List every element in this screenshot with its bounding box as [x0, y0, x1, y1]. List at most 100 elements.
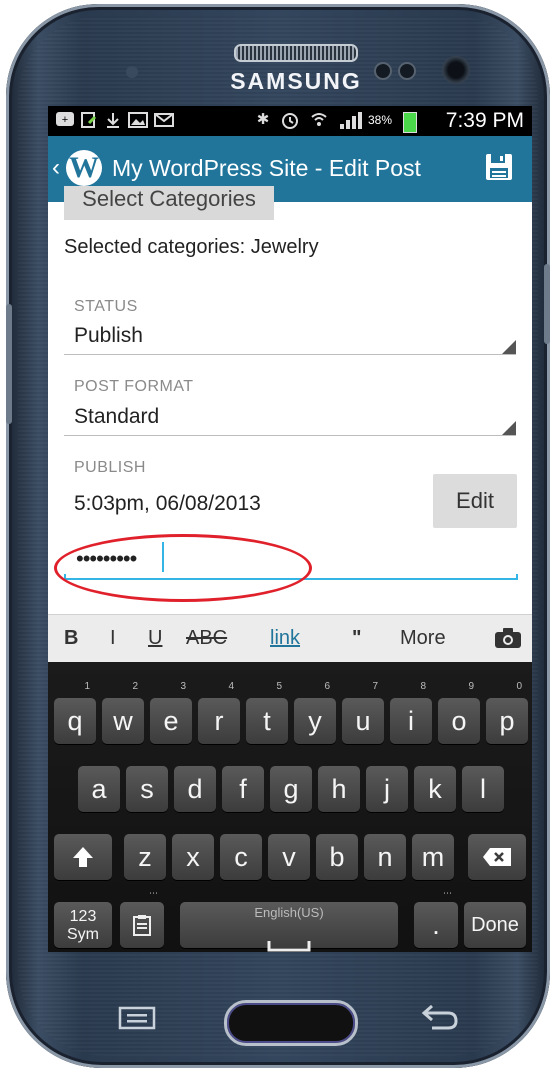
hardware-buttons — [0, 952, 556, 1072]
battery-icon — [403, 112, 417, 133]
italic-button[interactable]: I — [110, 627, 116, 650]
space-key-language: English(US) — [254, 905, 324, 920]
underline-button[interactable]: U — [148, 627, 162, 650]
key-n[interactable]: n — [364, 834, 406, 880]
key-t-number-hint: 5 — [276, 681, 282, 692]
key-t-label: t — [263, 706, 271, 736]
blockquote-button[interactable]: " — [352, 627, 361, 650]
key-z[interactable]: z — [124, 834, 166, 880]
post-format-label: POST FORMAT — [74, 378, 194, 395]
key-j[interactable]: j — [366, 766, 408, 812]
volume-button — [6, 304, 12, 424]
camera-icon[interactable] — [494, 627, 522, 649]
key-t[interactable]: t5 — [246, 682, 288, 744]
key-q-number-hint: 1 — [84, 681, 90, 692]
key-a-label: a — [91, 774, 107, 804]
key-b-label: b — [329, 842, 345, 872]
brand-logo: SAMSUNG — [230, 68, 362, 94]
post-format-dropdown-icon[interactable] — [502, 421, 516, 435]
done-key[interactable]: Done — [464, 902, 526, 948]
clipboard-key-hint: ⋯ — [149, 888, 158, 898]
key-x-label: x — [186, 842, 200, 872]
clipboard-key[interactable]: ⋯ — [120, 888, 164, 948]
key-i-number-hint: 8 — [420, 681, 426, 692]
back-key-icon[interactable] — [420, 1002, 460, 1032]
battery-percent: 38% — [368, 113, 393, 127]
gallery-icon — [128, 111, 148, 129]
wifi-icon — [310, 111, 328, 129]
bluetooth-icon: ✱ — [256, 111, 270, 128]
wordpress-logo-icon[interactable]: W — [66, 150, 102, 186]
save-icon[interactable] — [484, 152, 514, 182]
space-key[interactable]: English(US) — [180, 902, 398, 952]
key-l[interactable]: l — [462, 766, 504, 812]
key-y[interactable]: y6 — [294, 682, 336, 744]
notification-led — [126, 66, 138, 78]
period-key[interactable]: ⋯ . — [414, 888, 458, 948]
key-k-label: k — [428, 774, 442, 804]
soft-keyboard: 123 Sym ⋯ English(US) ⋯ . Done q1w2e3r4t… — [48, 662, 532, 952]
strikethrough-button[interactable]: ABC — [186, 627, 227, 650]
key-g-label: g — [283, 774, 299, 804]
key-s[interactable]: s — [126, 766, 168, 812]
symbols-key[interactable]: 123 Sym — [54, 902, 112, 948]
proximity-sensor — [374, 62, 392, 80]
post-format-spinner[interactable]: Standard — [74, 405, 159, 429]
key-k[interactable]: k — [414, 766, 456, 812]
publish-date: 5:03pm, 06/08/2013 — [74, 492, 261, 515]
backspace-key[interactable] — [468, 834, 526, 880]
key-h-label: h — [331, 774, 347, 804]
key-m[interactable]: m — [412, 834, 454, 880]
key-p-label: p — [499, 706, 515, 736]
upload-icon — [80, 111, 98, 129]
key-v-label: v — [282, 842, 296, 872]
status-bar: + ✱ 38% 7:39 PM — [48, 106, 532, 136]
key-d[interactable]: d — [174, 766, 216, 812]
back-chevron-icon[interactable]: ‹ — [52, 154, 60, 182]
shift-key[interactable] — [54, 834, 112, 880]
download-icon — [104, 111, 122, 129]
page-title: My WordPress Site - Edit Post — [112, 155, 421, 181]
key-q[interactable]: q1 — [54, 682, 96, 744]
key-e[interactable]: e3 — [150, 682, 192, 744]
key-x[interactable]: x — [172, 834, 214, 880]
screen: + ✱ 38% 7:39 PM ‹ W My WordPress Site - … — [48, 106, 532, 952]
link-button[interactable]: link — [270, 627, 300, 650]
status-spinner[interactable]: Publish — [74, 324, 143, 348]
signal-icon — [338, 111, 364, 129]
key-e-label: e — [163, 706, 179, 736]
symbols-key-label-bottom: Sym — [67, 926, 99, 943]
key-u-label: u — [355, 706, 371, 736]
key-m-label: m — [421, 842, 445, 872]
bold-button[interactable]: B — [64, 627, 78, 650]
select-categories-button[interactable]: Select Categories — [64, 186, 274, 220]
key-u[interactable]: u7 — [342, 682, 384, 744]
format-toolbar: B I U ABC link " More — [48, 614, 532, 663]
key-f[interactable]: f — [222, 766, 264, 812]
key-b[interactable]: b — [316, 834, 358, 880]
key-v[interactable]: v — [268, 834, 310, 880]
email-icon — [154, 111, 174, 129]
symbols-key-label-top: 123 — [69, 908, 97, 925]
key-p[interactable]: p0 — [486, 682, 528, 744]
status-dropdown-icon[interactable] — [502, 340, 516, 354]
edit-publish-button[interactable]: Edit — [433, 474, 517, 528]
key-c-label: c — [234, 842, 248, 872]
key-e-number-hint: 3 — [180, 681, 186, 692]
more-button[interactable]: More — [400, 627, 446, 650]
key-h[interactable]: h — [318, 766, 360, 812]
key-f-label: f — [239, 774, 247, 804]
key-a[interactable]: a — [78, 766, 120, 812]
key-z-label: z — [138, 842, 152, 872]
key-c[interactable]: c — [220, 834, 262, 880]
key-w[interactable]: w2 — [102, 682, 144, 744]
key-l-label: l — [480, 774, 486, 804]
key-p-number-hint: 0 — [516, 681, 522, 692]
power-button — [544, 264, 550, 344]
key-r[interactable]: r4 — [198, 682, 240, 744]
menu-key-icon[interactable] — [118, 1006, 156, 1030]
key-i[interactable]: i8 — [390, 682, 432, 744]
key-g[interactable]: g — [270, 766, 312, 812]
key-o[interactable]: o9 — [438, 682, 480, 744]
home-button[interactable] — [224, 1000, 358, 1046]
